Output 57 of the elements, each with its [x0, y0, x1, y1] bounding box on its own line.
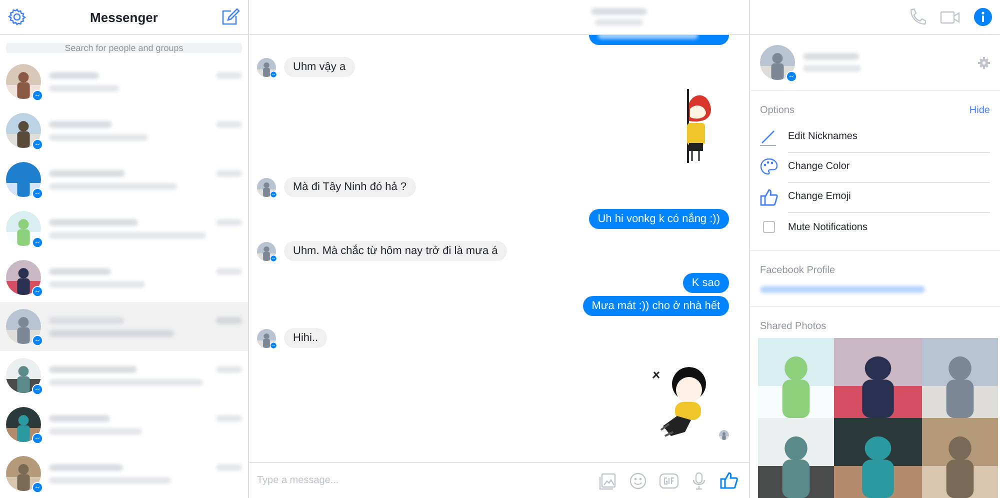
message-bubble: Uhm. Mà chắc từ hôm nay trở đi là mưa á — [284, 241, 507, 261]
redacted-text — [216, 72, 242, 78]
redacted-text — [49, 414, 110, 422]
compose-icon[interactable] — [222, 8, 240, 26]
message-bubble: Uhm vậy a — [284, 57, 355, 77]
redacted-text — [216, 120, 242, 128]
section-label: Options — [760, 105, 794, 116]
option-item[interactable]: Edit Nicknames — [788, 122, 990, 152]
messenger-badge-icon — [270, 342, 277, 348]
messenger-badge-icon — [32, 237, 43, 248]
redacted-text — [49, 84, 119, 92]
messenger-badge-icon — [270, 70, 277, 78]
hide-link[interactable]: Hide — [969, 105, 990, 116]
redacted-text — [49, 120, 112, 128]
redacted-text — [216, 316, 242, 324]
message-bubble: Mà đi Tây Ninh đó hả ? — [284, 177, 416, 197]
redacted-text — [216, 464, 242, 470]
messenger-badge-icon — [32, 433, 43, 444]
redacted-text — [216, 366, 242, 372]
redacted-text — [595, 19, 643, 26]
messenger-badge-icon — [32, 335, 43, 346]
message-bubble: Uh hi vonkg k có nắng :)) — [588, 209, 729, 229]
option-item[interactable]: Change Emoji — [788, 182, 990, 212]
app-title: Messenger — [90, 10, 158, 24]
redacted-text — [803, 53, 859, 60]
search-field[interactable]: Search for people and groups — [6, 43, 242, 53]
message-bubble: Mưa mát :)) cho ở nhà hết — [582, 296, 729, 316]
info-icon[interactable] — [974, 8, 992, 26]
messenger-badge-icon — [32, 188, 43, 199]
redacted-text — [49, 72, 99, 78]
redacted-text — [216, 170, 242, 176]
like-icon[interactable] — [719, 471, 739, 490]
redacted-text — [591, 8, 647, 15]
messenger-badge-icon — [32, 384, 43, 395]
redacted-text — [216, 268, 242, 274]
checkbox[interactable] — [763, 221, 775, 233]
option-item[interactable]: Mute Notifications — [788, 212, 990, 242]
redacted-text — [216, 218, 242, 226]
redacted-text — [49, 268, 111, 274]
messenger-badge-icon — [32, 139, 43, 150]
section-label: Facebook Profile — [760, 265, 836, 276]
message-bubble: Hihi.. — [284, 328, 328, 348]
option-item[interactable]: Change Color — [788, 152, 990, 182]
messenger-badge-icon — [786, 71, 797, 82]
thumbs-up-icon — [760, 188, 778, 206]
messenger-badge-icon — [32, 482, 43, 493]
message-bubble: K sao — [682, 273, 729, 293]
messenger-badge-icon — [32, 286, 43, 297]
pencil-icon — [760, 128, 778, 146]
messenger-badge-icon — [270, 190, 277, 198]
redacted-text — [216, 414, 242, 422]
messenger-badge-icon — [32, 90, 43, 101]
section-label: Shared Photos — [760, 321, 826, 332]
messenger-badge-icon — [270, 254, 277, 262]
palette-icon — [760, 158, 778, 176]
settings-icon[interactable] — [8, 8, 26, 26]
redacted-text — [803, 65, 861, 72]
